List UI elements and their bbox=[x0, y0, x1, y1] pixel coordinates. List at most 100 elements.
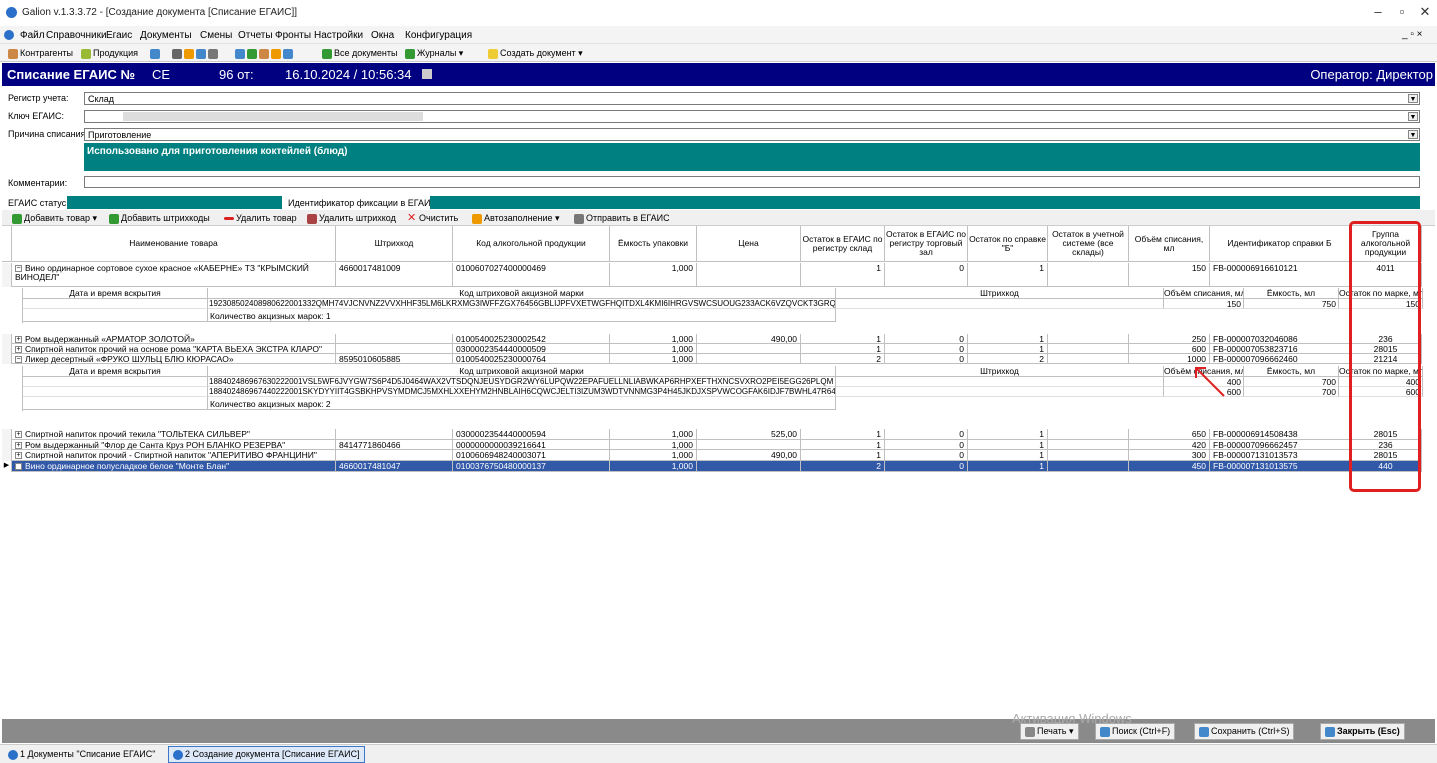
cell-text: 600 bbox=[1191, 344, 1206, 354]
col-rest-hall[interactable]: Остаток в ЕГАИС по регистру торговый зал bbox=[885, 226, 968, 262]
print-button[interactable]: Печать ▾ bbox=[1020, 723, 1079, 740]
save-button[interactable]: Сохранить (Ctrl+S) bbox=[1194, 723, 1295, 740]
table-row[interactable]: + Ром выдержанный «АРМАТОР ЗОЛОТОЙ» 010054… bbox=[2, 334, 1422, 344]
cell-fb: FB-000007131013573 bbox=[1210, 450, 1350, 461]
cell-r4 bbox=[1048, 263, 1129, 287]
tab-create-document[interactable]: 2 Создание документа [Списание ЕГАИС] bbox=[168, 746, 365, 763]
register-select[interactable]: Склад ▼ bbox=[84, 92, 1420, 105]
cell-name: + Вино ординарное полусладкое белое "Монт… bbox=[12, 461, 336, 472]
col-rest-warehouse[interactable]: Остаток в ЕГАИС по регистру склад bbox=[801, 226, 885, 262]
menu-references[interactable]: Справочники bbox=[46, 30, 107, 41]
annotation-arrow-icon bbox=[1195, 367, 1225, 397]
toolbar-icon-2[interactable] bbox=[172, 48, 220, 59]
expand-icon[interactable]: + bbox=[15, 346, 22, 354]
subcol-capacity[interactable]: Ёмкость, мл bbox=[1244, 366, 1339, 377]
calendar-icon[interactable] bbox=[422, 69, 432, 79]
app-menu-icon[interactable] bbox=[4, 30, 14, 40]
autofill-button[interactable]: Автозаполнение ▾ bbox=[472, 213, 560, 224]
col-price[interactable]: Цена bbox=[697, 226, 801, 262]
window-title: Galion v.1.3.3.72 - [Создание документа … bbox=[22, 7, 298, 18]
col-fb-id[interactable]: Идентификатор справки Б bbox=[1210, 226, 1350, 262]
cell-r2: 0 bbox=[885, 429, 968, 440]
col-alc-code[interactable]: Код алкогольной продукции bbox=[453, 226, 610, 262]
menu-documents[interactable]: Документы bbox=[140, 30, 192, 41]
subcol-barcode[interactable]: Штрихкод bbox=[836, 288, 1164, 299]
cell-text: 0 bbox=[959, 450, 964, 460]
toolbar-icon-1[interactable] bbox=[150, 48, 162, 59]
subcol-barcode[interactable]: Штрихкод bbox=[836, 366, 1164, 377]
table-row[interactable]: ▶ + Вино ординарное полусладкое белое "Мон… bbox=[2, 461, 1422, 472]
col-name[interactable]: Наименование товара bbox=[12, 226, 336, 262]
comments-input[interactable] bbox=[84, 176, 1420, 188]
mark-code[interactable]: 188402486967630222001VSL5WF6JVYGW7S6P4D5… bbox=[208, 377, 836, 387]
cell-text: Вино ординарное сортовое сухое красное «… bbox=[15, 263, 309, 282]
send-egais-button[interactable]: Отправить в ЕГАИС bbox=[574, 213, 670, 224]
col-volume[interactable]: Объём списания, мл bbox=[1129, 226, 1210, 262]
expand-icon[interactable]: + bbox=[15, 336, 22, 344]
mark-code[interactable]: 188402486967440222001SKYDYYIIT4GSBKHPVSY… bbox=[208, 387, 836, 397]
col-rest-b[interactable]: Остаток по справке "Б" bbox=[968, 226, 1048, 262]
menu-file[interactable]: Файл bbox=[20, 30, 45, 41]
col-barcode[interactable]: Штрихкод bbox=[336, 226, 453, 262]
mdi-controls[interactable]: _ ▫ × bbox=[1402, 29, 1423, 40]
subcol-excise[interactable]: Код штриховой акцизной марки bbox=[208, 288, 836, 299]
mark-code[interactable]: 192308502408980622001332QMH74VJCNVNZ2VVX… bbox=[208, 299, 836, 309]
cell-text: 490,00 bbox=[771, 450, 797, 460]
delete-barcode-button[interactable]: Удалить штрихкод bbox=[307, 213, 396, 224]
menu-reports[interactable]: Отчеты bbox=[238, 30, 273, 41]
menu-shifts[interactable]: Смены bbox=[200, 30, 232, 41]
menu-configuration[interactable]: Конфигурация bbox=[405, 30, 472, 41]
products-button[interactable]: Продукция bbox=[81, 48, 138, 59]
expand-icon[interactable]: + bbox=[15, 442, 22, 450]
egais-key-select[interactable]: ▼ bbox=[84, 110, 1420, 123]
dropdown-arrow-icon[interactable]: ▼ bbox=[1408, 112, 1418, 121]
journals-button[interactable]: Журналы ▾ bbox=[405, 48, 463, 59]
menu-windows[interactable]: Окна bbox=[371, 30, 394, 41]
toolbar-icon-3[interactable] bbox=[235, 48, 295, 59]
cell-alc: 0100376750480000137 bbox=[453, 461, 610, 472]
cell-cap: 1,000 bbox=[610, 440, 697, 450]
subcol-volume[interactable]: Объём списания, мл bbox=[1164, 288, 1244, 299]
dropdown-arrow-icon[interactable]: ▼ bbox=[1408, 94, 1418, 103]
reason-select[interactable]: Приготовление ▼ bbox=[84, 128, 1420, 141]
collapse-icon[interactable]: − bbox=[15, 356, 22, 364]
delete-product-button[interactable]: Удалить товар bbox=[224, 213, 297, 223]
table-row[interactable]: + Ром выдержанный "Флор де Санта Круз РОН… bbox=[2, 440, 1422, 450]
tab-documents-list[interactable]: 1 Документы "Списание ЕГАИС" bbox=[8, 749, 155, 760]
mark-cap: 700 bbox=[1244, 377, 1339, 387]
clear-button[interactable]: ✕ Очистить bbox=[407, 212, 458, 224]
add-barcodes-button[interactable]: Добавить штрихкоды bbox=[109, 213, 210, 224]
add-product-button[interactable]: Добавить товар ▾ bbox=[12, 213, 97, 224]
cell-fb: FB-000007096662460 bbox=[1210, 354, 1350, 364]
menu-egais[interactable]: Егаис bbox=[106, 30, 132, 41]
cell-text: 0 bbox=[959, 263, 964, 273]
subcol-capacity[interactable]: Ёмкость, мл bbox=[1244, 288, 1339, 299]
table-row[interactable]: + Спиртной напиток прочий на основе рома … bbox=[2, 344, 1422, 354]
menu-fronts[interactable]: Фронты bbox=[275, 30, 311, 41]
cell-text: FB-000006914508438 bbox=[1213, 429, 1298, 439]
create-document-button[interactable]: Создать документ ▾ bbox=[488, 48, 583, 59]
expand-icon[interactable]: + bbox=[15, 463, 22, 471]
maximize-icon[interactable]: ▫ bbox=[1390, 4, 1414, 19]
table-row[interactable]: − Вино ординарное сортовое сухое красное … bbox=[2, 263, 1422, 287]
contragents-button[interactable]: Контрагенты bbox=[8, 48, 73, 59]
search-button[interactable]: Поиск (Ctrl+F) bbox=[1095, 723, 1176, 740]
col-capacity[interactable]: Ёмкость упаковки bbox=[610, 226, 697, 262]
subcol-opened[interactable]: Дата и время вскрытия bbox=[23, 288, 208, 299]
dropdown-arrow-icon[interactable]: ▼ bbox=[1408, 130, 1418, 139]
document-tabs: 1 Документы "Списание ЕГАИС" 2 Создание … bbox=[0, 744, 1437, 763]
subcol-opened[interactable]: Дата и время вскрытия bbox=[23, 366, 208, 377]
menu-settings[interactable]: Настройки bbox=[314, 30, 363, 41]
minimize-icon[interactable]: – bbox=[1366, 4, 1390, 19]
expand-icon[interactable]: + bbox=[15, 431, 22, 439]
expand-icon[interactable]: + bbox=[15, 452, 22, 460]
all-documents-button[interactable]: Все документы bbox=[322, 48, 397, 59]
close-button[interactable]: Закрыть (Esc) bbox=[1320, 723, 1405, 740]
highlight-frame bbox=[1349, 221, 1421, 492]
col-rest-accounting[interactable]: Остаток в учетной системе (все склады) bbox=[1048, 226, 1129, 262]
cell-cap: 1,000 bbox=[610, 334, 697, 344]
table-row[interactable]: + Спиртной напиток прочий - Спиртной напи… bbox=[2, 450, 1422, 461]
subcol-excise[interactable]: Код штриховой акцизной марки bbox=[208, 366, 836, 377]
close-icon[interactable]: ✕ bbox=[1413, 4, 1437, 20]
table-row[interactable]: + Спиртной напиток прочий текила "ТОЛЬТЕК… bbox=[2, 429, 1422, 440]
